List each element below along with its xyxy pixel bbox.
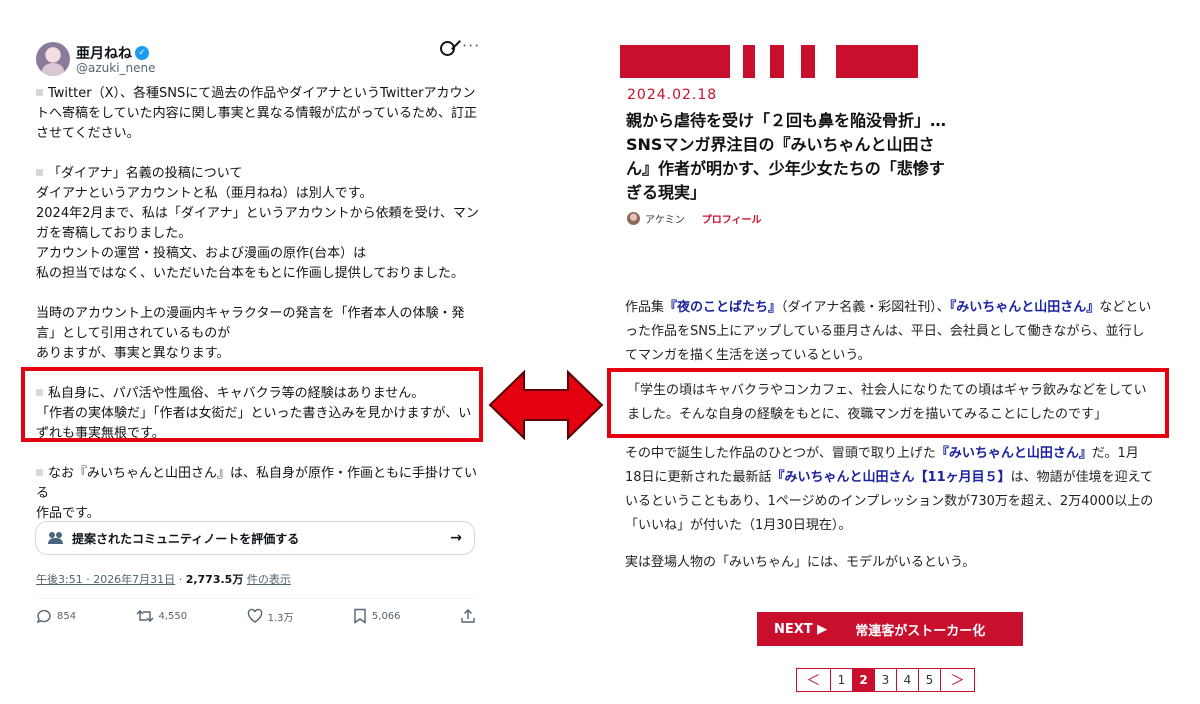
profile-link[interactable]: プロフィール [702, 211, 762, 226]
tweet-text: Twitter（X）、各種SNSにて過去の作品やダイアナというTwitterアカ… [36, 84, 482, 524]
article-headline: 親から虐待を受け「２回も鼻を陥没骨折」…SNSマンガ界注目の『みいちゃんと山田さ… [626, 111, 947, 202]
community-notes-icon [48, 532, 64, 544]
page-5-button[interactable]: 5 [918, 668, 941, 692]
community-note-button[interactable]: 提案されたコミュニティノートを評価する → [35, 521, 475, 555]
views-count: 2,773.5万 [185, 573, 244, 586]
episode-link[interactable]: 『みいちゃんと山田さん【11ヶ月目５】 [772, 470, 1011, 485]
site-logo-bar [770, 45, 784, 78]
like-icon [247, 608, 262, 623]
verified-badge-icon: ✓ [135, 46, 149, 60]
article-date: 2024.02.18 [627, 87, 718, 103]
divider [36, 598, 476, 599]
page-3-button[interactable]: 3 [874, 668, 897, 692]
community-note-label: 提案されたコミュニティノートを評価する [72, 531, 300, 546]
retweet-button[interactable]: 4,550 [136, 608, 187, 624]
work-link[interactable]: 『夜のことばたち』 [664, 300, 781, 315]
arrow-right-icon: → [450, 530, 462, 546]
display-name[interactable]: 亜月ねね ✓ [76, 43, 149, 63]
tweet-meta: 午後3:51 · 2026年7月31日 · 2,773.5万 件の表示 [36, 573, 291, 586]
page-2-button[interactable]: 2 [852, 668, 875, 692]
square-bullet-icon [36, 89, 43, 96]
more-icon[interactable]: ··· [462, 36, 480, 55]
highlight-box-left [21, 367, 483, 442]
article-paragraph: 作品集『夜のことばたち』（ダイアナ名義・彩図社刊）、『みいちゃんと山田さん』など… [625, 300, 1152, 363]
page-4-button[interactable]: 4 [896, 668, 919, 692]
next-page-arrow[interactable]: ＞ [940, 668, 975, 692]
site-logo-bar [801, 45, 815, 78]
author-name[interactable]: アケミン [645, 211, 685, 226]
grok-icon[interactable] [440, 41, 455, 56]
share-icon [461, 609, 475, 623]
site-logo-bar [743, 45, 755, 78]
next-label: NEXT ▶ [774, 621, 828, 637]
site-logo-bar [620, 45, 730, 78]
site-logo-bar [836, 45, 918, 78]
highlight-box-right [607, 368, 1169, 438]
work-link[interactable]: 『みいちゃんと山田さん』 [950, 300, 1100, 315]
bookmark-icon [354, 608, 366, 624]
square-bullet-icon [36, 469, 43, 476]
square-bullet-icon [36, 169, 43, 176]
handle[interactable]: @azuki_nene [76, 61, 156, 75]
article-paragraph: 実は登場人物の「みいちゃん」には、モデルがいるという。 [625, 555, 976, 570]
work-link[interactable]: 『みいちゃんと山田さん』 [936, 446, 1092, 461]
tweet-card: 亜月ねね ✓ @azuki_nene ··· Twitter（X）、各種SNSに… [20, 30, 486, 690]
author-line: アケミン プロフィール [627, 211, 762, 226]
page-1-button[interactable]: 1 [830, 668, 853, 692]
like-button[interactable]: 1.3万 [247, 608, 293, 624]
next-page-button[interactable]: NEXT ▶ 常連客がストーカー化 [757, 612, 1023, 646]
tweet-paragraph: なお『みいちゃんと山田さん』は、私自身が原作・作画ともに手掛けている 作品です。 [36, 466, 478, 521]
views-label[interactable]: 件の表示 [247, 573, 291, 586]
prev-page-button[interactable]: ＜ [796, 668, 831, 692]
tweet-paragraph: 当時のアカウント上の漫画内キャラクターの発言を「作者本人の体験・発言」として引用… [36, 306, 465, 361]
reply-icon [36, 609, 51, 624]
reply-button[interactable]: 854 [36, 608, 76, 624]
retweet-icon [136, 610, 154, 622]
tweet-paragraph: 「ダイアナ」名義の投稿について ダイアナというアカウントと私（亜月ねね）は別人で… [36, 166, 479, 281]
display-name-text: 亜月ねね [76, 46, 132, 62]
next-title: 常連客がストーカー化 [855, 623, 986, 639]
bookmark-button[interactable]: 5,066 [353, 608, 401, 624]
tweet-paragraph: Twitter（X）、各種SNSにて過去の作品やダイアナというTwitterアカ… [36, 86, 477, 141]
pagination: ＜ 1 2 3 4 5 ＞ [796, 668, 975, 692]
share-button[interactable] [460, 608, 476, 624]
timestamp-link[interactable]: 午後3:51 · 2026年7月31日 [36, 573, 175, 586]
tweet-actions: 854 4,550 1.3万 5,066 [36, 608, 476, 624]
article-paragraph: その中で誕生した作品のひとつが、冒頭で取り上げた『みいちゃんと山田さん』だ。1月… [625, 446, 1154, 533]
avatar[interactable] [36, 42, 70, 76]
double-arrow-icon [488, 370, 604, 440]
author-avatar[interactable] [627, 212, 640, 225]
